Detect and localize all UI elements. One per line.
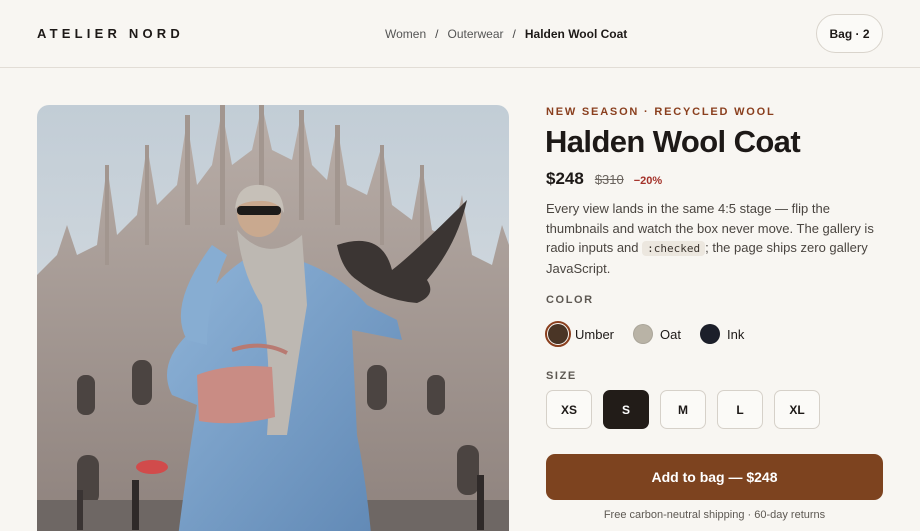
size-s-button[interactable]: S	[603, 390, 649, 429]
breadcrumb-separator: /	[512, 27, 516, 41]
color-label: COLOR	[546, 294, 594, 306]
color-option-ink[interactable]: Ink	[697, 321, 744, 347]
breadcrumb-outerwear[interactable]: Outerwear	[447, 27, 503, 41]
size-xs-button[interactable]: XS	[546, 390, 592, 429]
size-xl-button[interactable]: XL	[774, 390, 820, 429]
size-m-button[interactable]: M	[660, 390, 706, 429]
price-row: $248 $310 −20%	[546, 169, 662, 189]
photo-coat-model-icon	[37, 105, 509, 531]
breadcrumb-women[interactable]: Women	[385, 27, 426, 41]
description-code: :checked	[642, 241, 706, 257]
add-to-bag-button[interactable]: Add to bag — $248	[546, 454, 883, 500]
discount-badge: −20%	[633, 175, 663, 187]
product-eyebrow: NEW SEASON · RECYCLED WOOL	[546, 106, 776, 118]
breadcrumb-separator: /	[435, 27, 439, 41]
swatch-ring	[630, 321, 656, 347]
color-name-ink: Ink	[726, 326, 745, 342]
color-option-oat[interactable]: Oat	[630, 321, 681, 347]
color-option-umber[interactable]: Umber	[545, 321, 614, 347]
color-options: Umber Oat Ink	[545, 321, 760, 347]
current-price: $248	[546, 169, 584, 188]
color-swatch-ink[interactable]	[699, 324, 720, 344]
color-name-oat: Oat	[660, 326, 681, 342]
site-header: ATELIER NORD Women / Outerwear / Halden …	[0, 0, 920, 68]
bag-button[interactable]: Bag · 2	[816, 14, 883, 53]
breadcrumb: Women / Outerwear / Halden Wool Coat	[385, 27, 627, 41]
size-l-button[interactable]: L	[717, 390, 763, 429]
shipping-note: Free carbon-neutral shipping · 60-day re…	[603, 509, 826, 521]
original-price: $310	[594, 172, 624, 187]
color-name-umber: Umber	[575, 326, 615, 342]
swatch-ring	[697, 321, 723, 347]
product-description: Every view lands in the same 4:5 stage —…	[546, 199, 881, 278]
color-swatch-umber[interactable]	[548, 324, 568, 344]
swatch-ring	[545, 321, 571, 347]
size-options: XS S M L XL	[546, 390, 820, 429]
size-label: SIZE	[546, 370, 577, 382]
brand-logo[interactable]: ATELIER NORD	[37, 26, 184, 41]
product-title: Halden Wool Coat	[545, 124, 801, 159]
product-photo	[37, 105, 509, 531]
breadcrumb-current: Halden Wool Coat	[524, 27, 628, 41]
color-swatch-oat[interactable]	[633, 324, 654, 344]
